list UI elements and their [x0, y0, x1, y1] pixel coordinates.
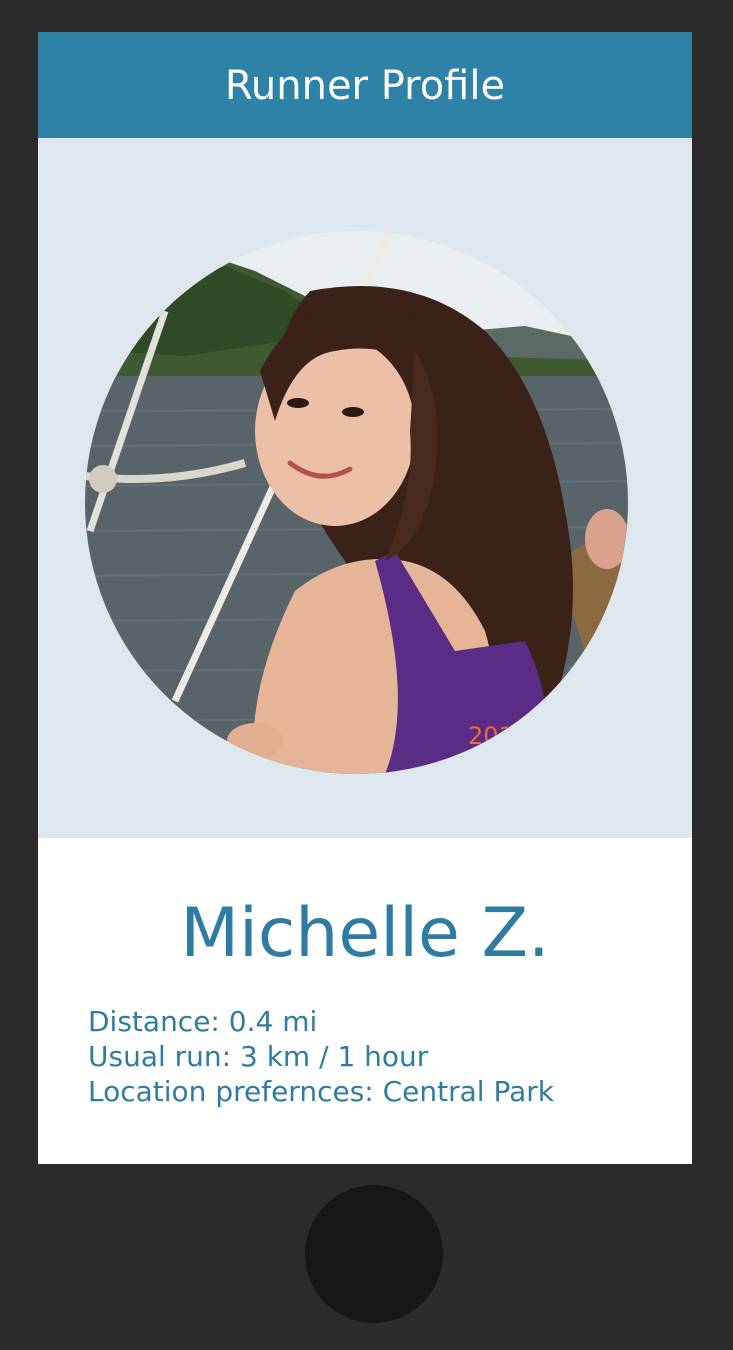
runner-photo-icon: 2012: [85, 231, 628, 774]
runner-name: Michelle Z.: [180, 894, 550, 973]
page-title: Runner Profile: [224, 63, 506, 109]
profile-photo-panel: 2012: [38, 138, 692, 838]
runner-details: Distance: 0.4 mi Usual run: 3 km / 1 hou…: [88, 1004, 554, 1109]
distance-detail: Distance: 0.4 mi: [88, 1005, 318, 1038]
usual-run-detail: Usual run: 3 km / 1 hour: [88, 1040, 429, 1073]
profile-info: Michelle Z. Distance: 0.4 mi Usual run: …: [38, 838, 692, 1164]
home-button[interactable]: [305, 1185, 443, 1323]
app-screen: Runner Profile 2012 Michelle Z. Distance…: [38, 32, 692, 1164]
location-detail: Location prefernces: Central Park: [88, 1075, 554, 1108]
app-header: Runner Profile: [38, 32, 692, 138]
svg-text:2012: 2012: [468, 722, 529, 750]
profile-avatar[interactable]: 2012: [85, 231, 628, 774]
